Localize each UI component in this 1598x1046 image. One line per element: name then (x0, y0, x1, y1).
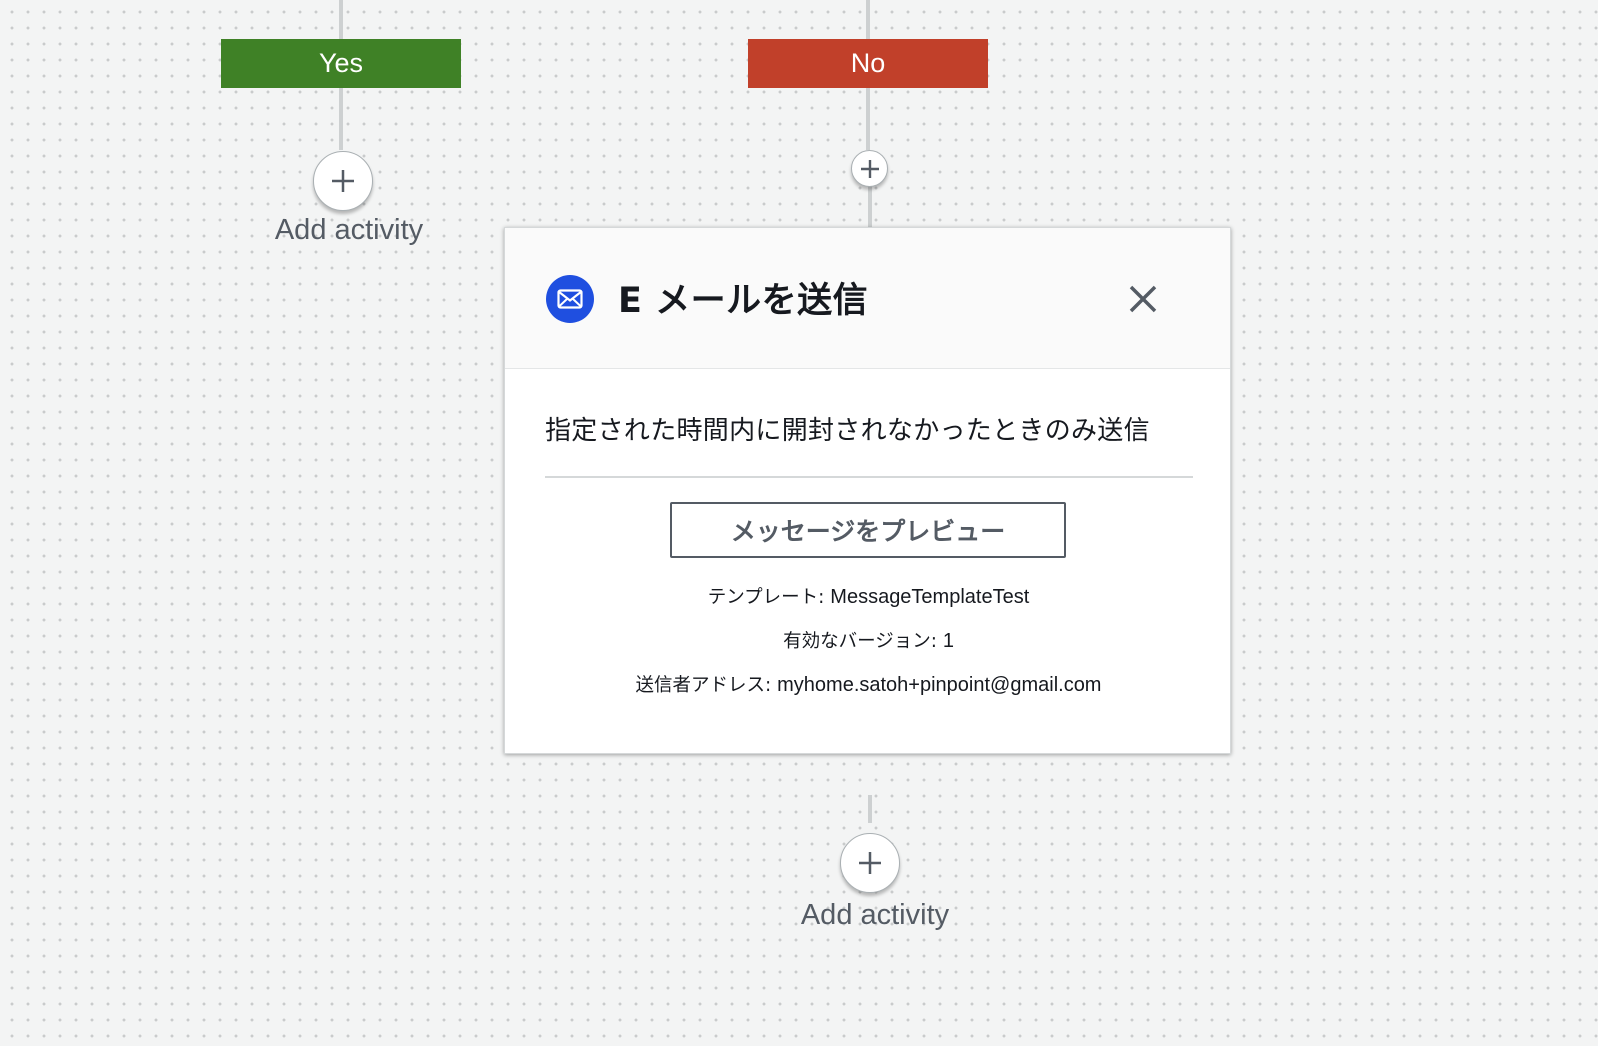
send-condition-text: 指定された時間内に開封されなかったときのみ送信 (545, 416, 1150, 446)
version-label: 有効なバージョン: (783, 631, 943, 652)
send-email-activity-card[interactable]: E メールを送信 指定された時間内に開封されなかったときのみ送信 メッセージをプ… (504, 227, 1231, 754)
no-branch-label: No (748, 39, 988, 88)
add-activity-button-bottom[interactable] (840, 833, 900, 893)
plus-icon (860, 159, 879, 178)
no-branch-connector-top (866, 0, 870, 39)
yes-branch-label: Yes (221, 39, 461, 88)
no-branch-connector (866, 88, 870, 150)
template-label: テンプレート: (707, 587, 831, 608)
preview-message-button[interactable]: メッセージをプレビュー (670, 502, 1066, 558)
yes-branch-connector-top (339, 0, 343, 39)
close-icon[interactable] (1125, 281, 1161, 317)
template-info: テンプレート: MessageTemplateTest (505, 583, 1232, 609)
plus-icon (859, 852, 881, 874)
no-branch-connector-lower (868, 186, 872, 228)
version-info: 有効なバージョン: 1 (505, 627, 1232, 653)
add-activity-label-bottom[interactable]: Add activity (755, 899, 995, 932)
sender-value: myhome.satoh+pinpoint@gmail.com (777, 674, 1102, 696)
sender-label: 送信者アドレス: (635, 675, 778, 696)
add-activity-button-yes[interactable] (313, 151, 373, 211)
add-activity-button-no[interactable] (851, 150, 888, 187)
bottom-connector (868, 795, 872, 823)
divider (545, 476, 1193, 478)
card-header: E メールを送信 (505, 228, 1230, 369)
mail-icon (546, 275, 594, 323)
card-title: E メールを送信 (618, 281, 869, 321)
template-value: MessageTemplateTest (830, 586, 1030, 608)
sender-info: 送信者アドレス: myhome.satoh+pinpoint@gmail.com (505, 671, 1232, 697)
version-value: 1 (942, 630, 954, 652)
add-activity-label-yes[interactable]: Add activity (229, 214, 469, 247)
yes-branch-connector (339, 88, 343, 150)
plus-icon (332, 170, 354, 192)
